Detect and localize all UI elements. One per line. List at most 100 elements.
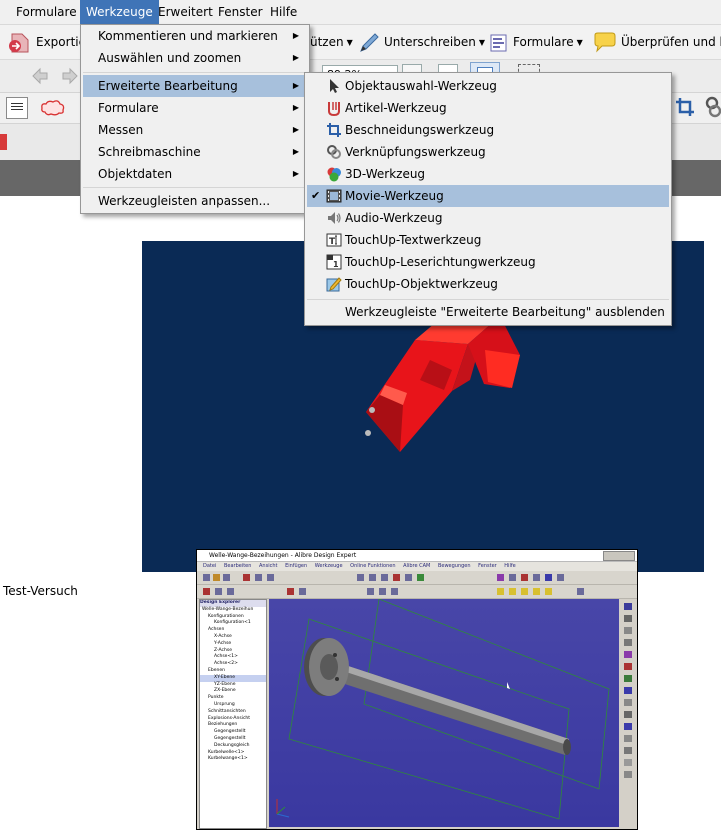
reading-order-icon: 1 bbox=[326, 254, 342, 270]
menu-item-formulare[interactable]: Formulare ▶ bbox=[83, 97, 307, 119]
submenu-arrow-icon: ▶ bbox=[292, 103, 299, 112]
menu-item-label: Kommentieren und markieren bbox=[98, 29, 278, 43]
werkzeuge-dropdown: Kommentieren und markieren ▶ Auswählen un… bbox=[80, 24, 310, 214]
menu-item-artikel[interactable]: Artikel-Werkzeug bbox=[307, 97, 669, 119]
embedded-toolbar-icons bbox=[203, 574, 564, 581]
tree-item[interactable]: Kurbelwange<1> bbox=[200, 756, 266, 763]
menu-item-verknuepfung[interactable]: Verknüpfungswerkzeug bbox=[307, 141, 669, 163]
unterschreiben-button[interactable]: Unterschreiben ▼ bbox=[358, 31, 485, 53]
svg-text:T: T bbox=[329, 237, 336, 247]
window-controls bbox=[603, 551, 635, 561]
design-explorer-title: Design Explorer bbox=[200, 600, 266, 607]
menu-item-label: Objektauswahl-Werkzeug bbox=[345, 79, 497, 93]
submenu-arrow-icon: ▶ bbox=[292, 169, 299, 178]
menu-item-objektdaten[interactable]: Objektdaten ▶ bbox=[83, 163, 307, 185]
tree-item[interactable]: Punkte bbox=[200, 695, 266, 702]
menu-item-kommentieren[interactable]: Kommentieren und markieren ▶ bbox=[83, 25, 307, 47]
menu-item-beschneidung[interactable]: Beschneidungswerkzeug bbox=[307, 119, 669, 141]
tree-item[interactable]: Achse<2> bbox=[200, 661, 266, 668]
submenu-arrow-icon: ▶ bbox=[292, 125, 299, 134]
tree-item[interactable]: Welle-Wange-Bezeihun bbox=[200, 607, 266, 614]
tree-item[interactable]: Schnittansichten bbox=[200, 709, 266, 716]
embedded-menu-item: Fenster bbox=[478, 563, 497, 569]
menu-hilfe[interactable]: Hilfe bbox=[264, 0, 303, 24]
export-button[interactable]: Exportie bbox=[6, 31, 86, 53]
tree-item[interactable]: X-Achse bbox=[200, 634, 266, 641]
embedded-menubar: Datei Bearbeiten Ansicht Einfügen Werkze… bbox=[197, 562, 637, 571]
erweiterte-bearbeitung-submenu: Objektauswahl-Werkzeug Artikel-Werkzeug … bbox=[304, 72, 672, 326]
menu-item-messen[interactable]: Messen ▶ bbox=[83, 119, 307, 141]
menu-item-3d[interactable]: 3D-Werkzeug bbox=[307, 163, 669, 185]
comment-bubble-icon bbox=[594, 32, 616, 53]
menu-erweitert[interactable]: Erweitert bbox=[152, 0, 219, 24]
submenu-arrow-icon: ▶ bbox=[292, 147, 299, 156]
3d-cube-icon bbox=[327, 167, 341, 182]
schuetzen-button[interactable]: ützen ▼ bbox=[310, 31, 353, 53]
tree-item[interactable]: Ursprung bbox=[200, 702, 266, 709]
cad-viewport[interactable] bbox=[269, 598, 619, 827]
tree-item[interactable]: Ebenen bbox=[200, 668, 266, 675]
chevron-down-icon: ▼ bbox=[478, 37, 486, 47]
embedded-menu-item: Einfügen bbox=[285, 563, 308, 569]
menu-bar: Formulare Werkzeuge Erweitert Fenster Hi… bbox=[0, 0, 721, 25]
menu-item-werkzeugleiste-ausblenden[interactable]: Werkzeugleiste "Erweiterte Bearbeitung" … bbox=[307, 301, 669, 323]
menu-fenster[interactable]: Fenster bbox=[212, 0, 269, 24]
stamp-icon[interactable] bbox=[0, 132, 10, 152]
embedded-menu-item: Hilfe bbox=[504, 563, 516, 569]
ueberpruefen-button[interactable]: Überprüfen und ko bbox=[593, 31, 721, 53]
menu-item-label: TouchUp-Leserichtungwerkzeug bbox=[345, 255, 536, 269]
menu-item-label: Audio-Werkzeug bbox=[345, 211, 443, 225]
ueberpruefen-label: Überprüfen und ko bbox=[621, 35, 721, 49]
tree-item[interactable]: Deckungsgleich bbox=[200, 743, 266, 750]
menu-item-touchup-text[interactable]: T TouchUp-Textwerkzeug bbox=[307, 229, 669, 251]
menu-item-label: Messen bbox=[98, 123, 144, 137]
chevron-down-icon: ▼ bbox=[576, 37, 583, 47]
menu-item-audio[interactable]: Audio-Werkzeug bbox=[307, 207, 669, 229]
note-tool-button[interactable] bbox=[6, 97, 28, 119]
menu-item-auswaehlen[interactable]: Auswählen und zoomen ▶ bbox=[83, 47, 307, 69]
embedded-toolbar-2 bbox=[197, 585, 637, 599]
menu-item-label: Erweiterte Bearbeitung bbox=[98, 79, 238, 93]
menu-item-label: Movie-Werkzeug bbox=[345, 189, 444, 203]
embedded-menu-item: Alibre CAM bbox=[403, 563, 431, 569]
menu-item-touchup-objekt[interactable]: TouchUp-Objektwerkzeug bbox=[307, 273, 669, 295]
menu-formulare[interactable]: Formulare bbox=[10, 0, 83, 24]
tree-item[interactable]: Y-Achse bbox=[200, 641, 266, 648]
pen-icon bbox=[360, 32, 379, 52]
tree-item[interactable]: XY-Ebene bbox=[200, 674, 266, 682]
menu-item-werkzeugleisten-anpassen[interactable]: Werkzeugleisten anpassen... bbox=[83, 190, 307, 212]
tree-item[interactable]: Achsen bbox=[200, 627, 266, 634]
design-explorer-tree: Design Explorer Welle-Wange-Bezeihun Kon… bbox=[199, 599, 267, 829]
back-arrow-icon[interactable] bbox=[30, 66, 50, 86]
menu-separator bbox=[307, 299, 669, 300]
forward-arrow-icon[interactable] bbox=[60, 66, 80, 86]
menu-item-label: Artikel-Werkzeug bbox=[345, 101, 447, 115]
crop-icon bbox=[327, 123, 341, 137]
export-icon bbox=[9, 33, 29, 52]
menu-separator bbox=[83, 187, 307, 188]
menu-item-label: TouchUp-Objektwerkzeug bbox=[345, 277, 498, 291]
figure-caption: Test-Versuch bbox=[3, 584, 78, 598]
embedded-toolbar-icons bbox=[624, 603, 632, 778]
touchup-object-icon bbox=[326, 277, 342, 292]
link-tool-icon[interactable] bbox=[704, 96, 721, 118]
menu-item-objektauswahl[interactable]: Objektauswahl-Werkzeug bbox=[307, 75, 669, 97]
menu-item-touchup-leserichtung[interactable]: 1 TouchUp-Leserichtungwerkzeug bbox=[307, 251, 669, 273]
shaft-model bbox=[276, 598, 610, 820]
submenu-arrow-icon: ▶ bbox=[292, 31, 299, 40]
embedded-menu-item: Datei bbox=[203, 563, 217, 569]
menu-item-label: 3D-Werkzeug bbox=[345, 167, 426, 181]
formulare-button[interactable]: Formulare ▼ bbox=[489, 31, 583, 53]
tree-item[interactable]: Gegengestellt bbox=[200, 736, 266, 743]
menu-item-erweiterte-bearbeitung[interactable]: Erweiterte Bearbeitung ▶ bbox=[83, 75, 307, 97]
menu-item-movie[interactable]: ✔ Movie-Werkzeug bbox=[307, 185, 669, 207]
tree-item[interactable]: Gegengestellt bbox=[200, 729, 266, 736]
menu-item-schreibmaschine[interactable]: Schreibmaschine ▶ bbox=[83, 141, 307, 163]
crop-icon[interactable] bbox=[674, 96, 696, 118]
menu-item-label: Schreibmaschine bbox=[98, 145, 201, 159]
embedded-toolbar-1 bbox=[197, 571, 637, 585]
embedded-menu-item: Online Funktionen bbox=[350, 563, 396, 569]
cloud-shape-icon[interactable] bbox=[40, 98, 66, 118]
formulare-label: Formulare bbox=[513, 35, 574, 49]
menu-werkzeuge[interactable]: Werkzeuge bbox=[80, 0, 159, 24]
